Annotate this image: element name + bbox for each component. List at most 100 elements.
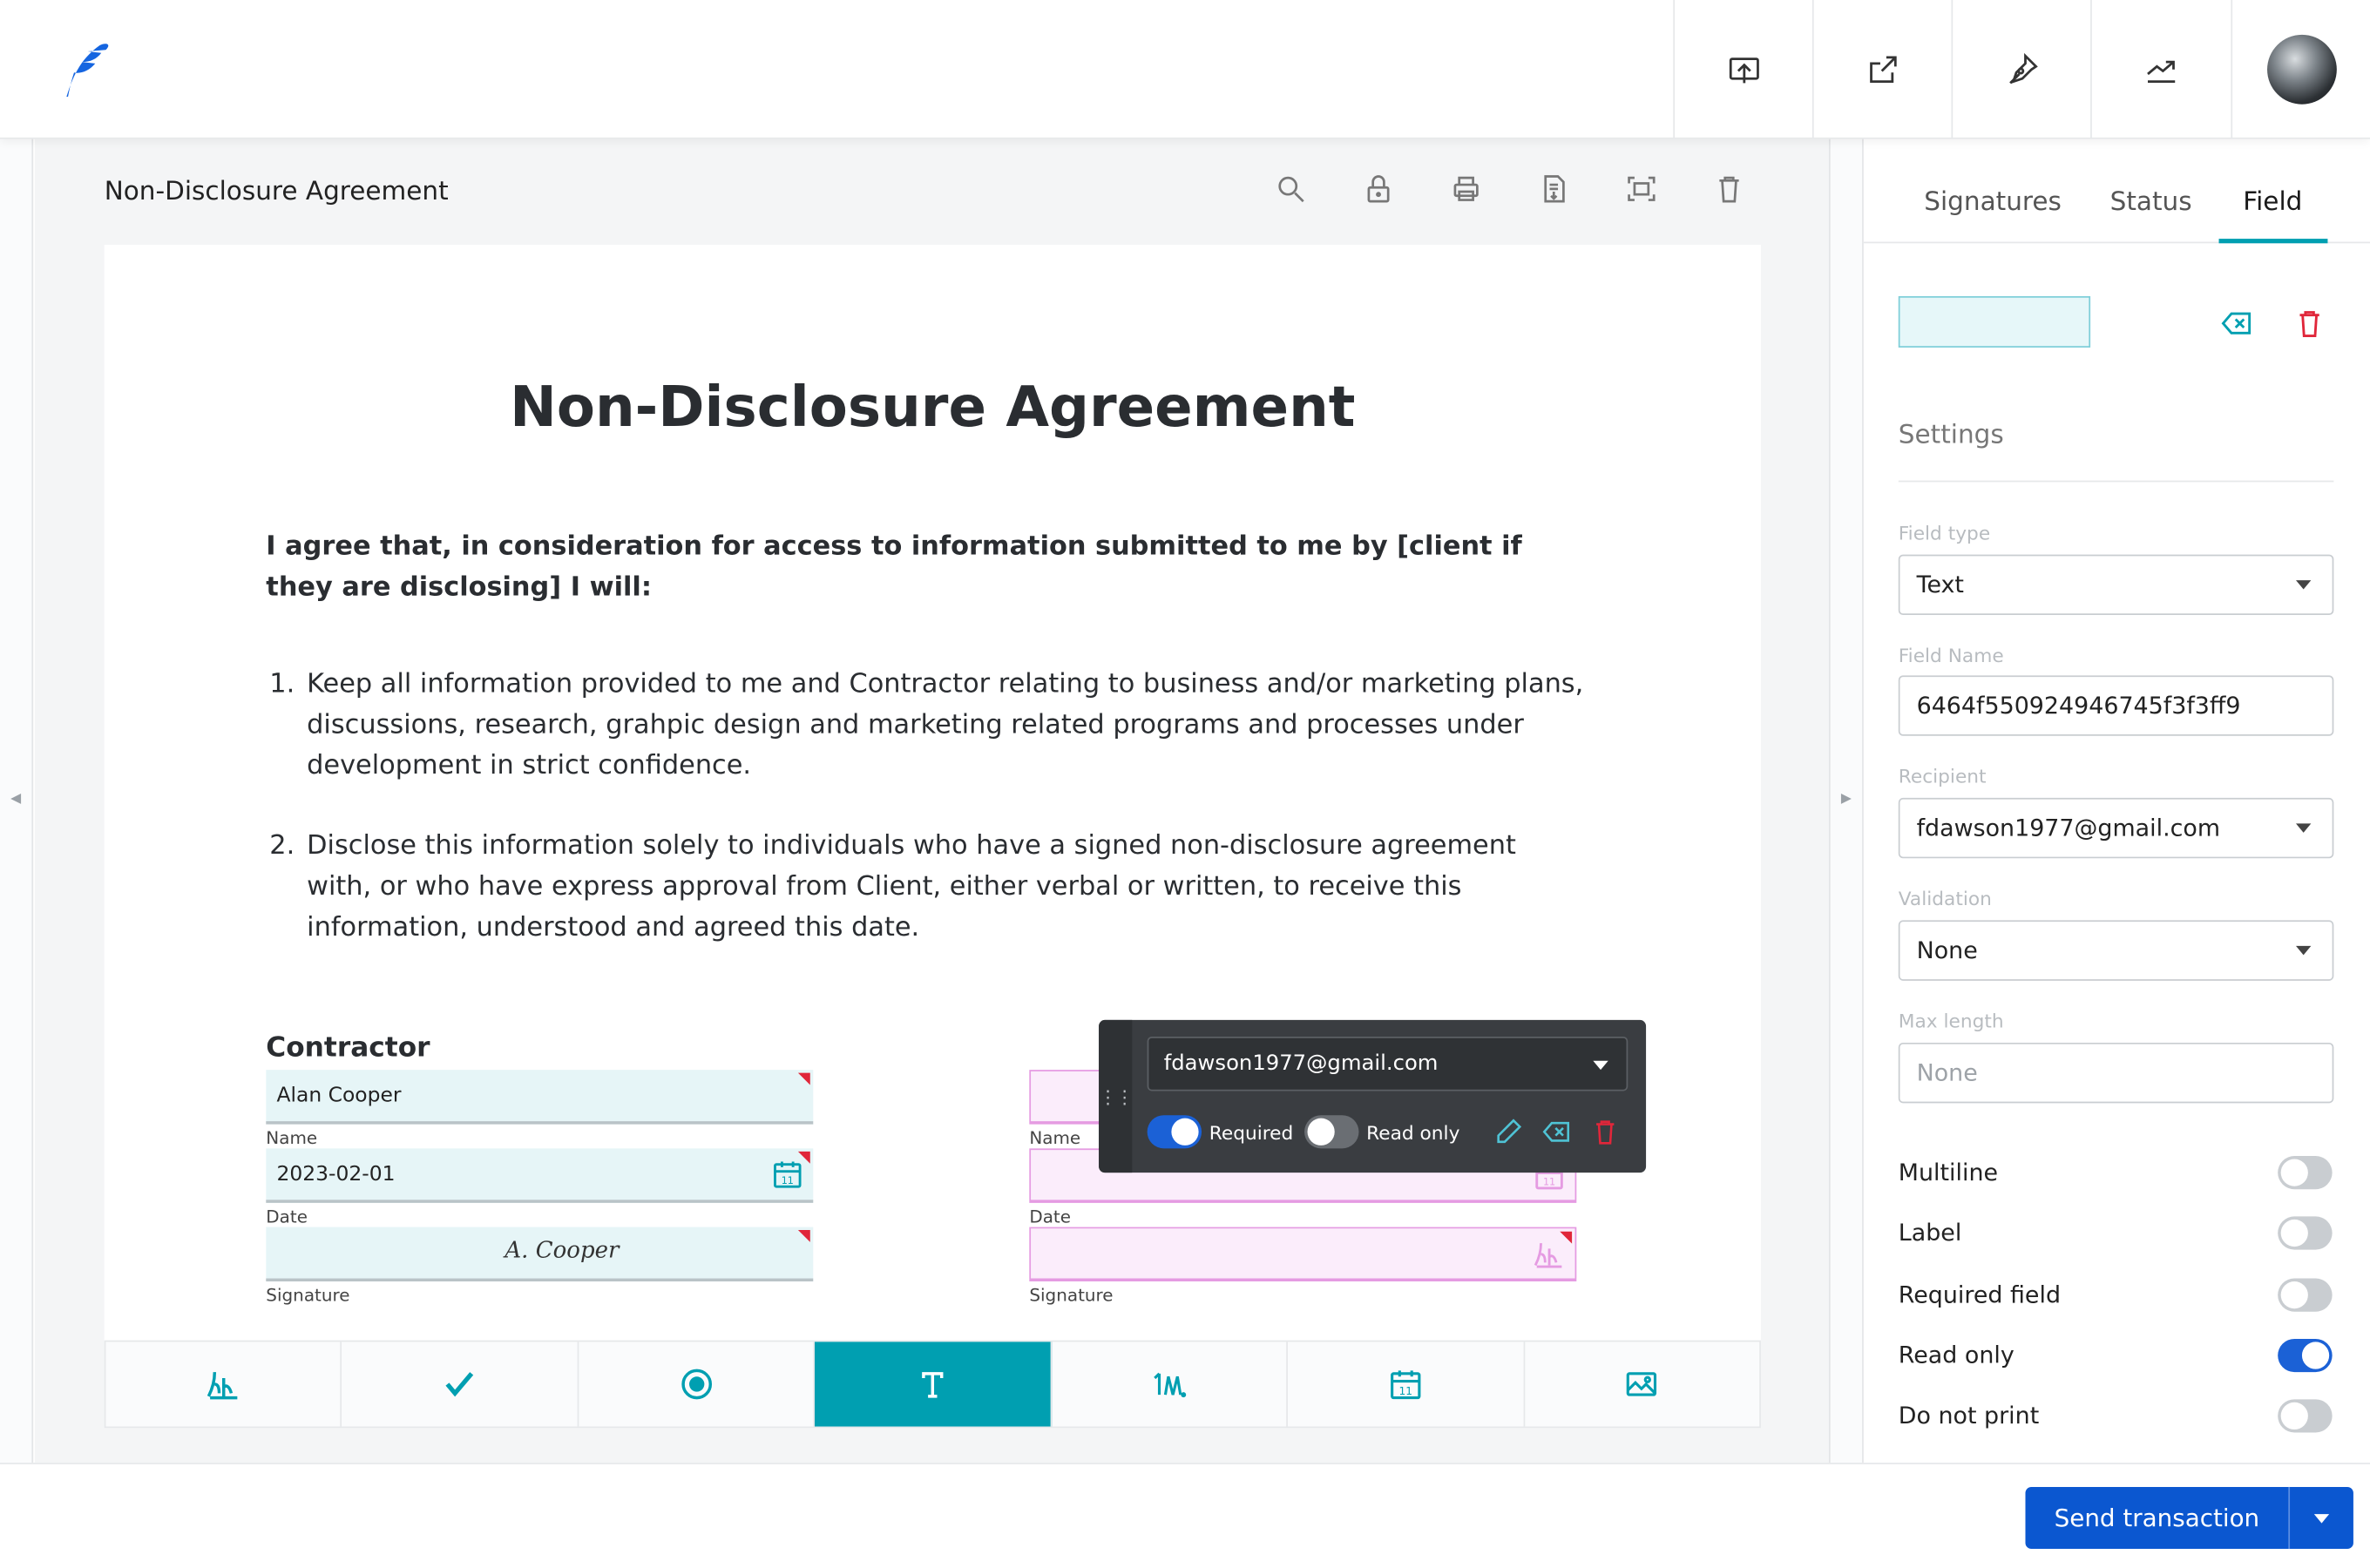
tab-status[interactable]: Status xyxy=(2110,187,2192,218)
date-tool-icon: 11 xyxy=(1390,1370,1421,1400)
pencil-icon[interactable] xyxy=(1493,1117,1524,1147)
initials-tool-icon xyxy=(1154,1372,1187,1398)
pen-nib-icon xyxy=(2008,52,2037,84)
field-name-value: 6464f550924946745f3f3ff9 xyxy=(1916,692,2241,720)
tab-field[interactable]: Field xyxy=(2243,187,2302,218)
profile-button[interactable] xyxy=(2231,0,2370,139)
field-type-select[interactable]: Text xyxy=(1898,554,2334,616)
svg-text:11: 11 xyxy=(1398,1385,1412,1397)
field-label: Signature xyxy=(266,1284,350,1306)
toggle-knob xyxy=(1307,1118,1335,1146)
recipient-select-value: fdawson1977@gmail.com xyxy=(1163,1051,1439,1077)
send-options-button[interactable] xyxy=(2290,1487,2353,1549)
toggle-knob xyxy=(2280,1159,2308,1186)
required-marker xyxy=(1560,1231,1573,1244)
text-tool-button[interactable] xyxy=(815,1342,1052,1427)
option-label: Read only xyxy=(1898,1342,2014,1369)
list-text: Keep all information provided to me and … xyxy=(307,669,1584,781)
intro-paragraph: I agree that, in consideration for acces… xyxy=(266,531,1522,604)
feather-logo-icon[interactable] xyxy=(54,39,114,99)
trash-icon xyxy=(1719,176,1739,203)
collapse-right-icon[interactable]: ▶ xyxy=(1841,792,1852,807)
initials-tool-button[interactable] xyxy=(1052,1342,1289,1427)
toggle-knob xyxy=(2280,1219,2308,1247)
lock-button[interactable] xyxy=(1362,172,1398,209)
label-toggle[interactable] xyxy=(2278,1216,2333,1250)
chevron-down-icon xyxy=(2296,580,2312,590)
readonly-label: Read only xyxy=(1366,1121,1460,1145)
avatar[interactable] xyxy=(2266,34,2336,105)
recipient-value: fdawson1977@gmail.com xyxy=(1916,814,2221,842)
send-transaction-label: Send transaction xyxy=(2025,1486,2291,1550)
collapse-left-icon[interactable]: ◀ xyxy=(10,792,21,807)
multiline-toggle[interactable] xyxy=(2278,1156,2333,1190)
readonly-toggle[interactable] xyxy=(1304,1115,1359,1149)
document-area: Non-Disclosure Agreement Non-Disclosure … xyxy=(34,139,1829,1463)
do-not-print-toggle[interactable] xyxy=(2278,1399,2333,1433)
download-button[interactable] xyxy=(1537,172,1574,209)
required-marker xyxy=(797,1151,810,1164)
settings-heading: Settings xyxy=(1898,420,2004,450)
read-only-toggle[interactable] xyxy=(2278,1338,2333,1373)
trash-icon[interactable] xyxy=(2293,307,2326,340)
share-icon xyxy=(1869,56,1896,84)
recipient-select[interactable]: fdawson1977@gmail.com xyxy=(1147,1037,1629,1092)
field-type-toolbar: 11 xyxy=(104,1340,1761,1429)
field-name-label: Field Name xyxy=(1898,643,2004,667)
svg-text:11: 11 xyxy=(1543,1177,1555,1188)
image-tool-button[interactable] xyxy=(1524,1342,1759,1426)
document-download-icon xyxy=(1544,175,1565,203)
contractor-name-value: Alan Cooper xyxy=(276,1083,402,1108)
clear-field-icon[interactable] xyxy=(2220,307,2253,340)
max-length-input[interactable]: None xyxy=(1898,1042,2334,1104)
max-length-placeholder: None xyxy=(1916,1059,1978,1087)
search-button[interactable] xyxy=(1274,172,1310,209)
upload-button[interactable] xyxy=(1673,0,1812,139)
recipient-label: Recipient xyxy=(1898,764,1987,787)
print-button[interactable] xyxy=(1450,172,1486,209)
page-title: Non-Disclosure Agreement xyxy=(510,375,1356,440)
drag-handle-icon[interactable]: ⋮⋮ xyxy=(1099,1019,1134,1173)
option-label: Multiline xyxy=(1898,1159,1999,1186)
date-tool-button[interactable]: 11 xyxy=(1288,1342,1525,1427)
field-type-label: Field type xyxy=(1898,521,1991,544)
field-label: Signature xyxy=(1029,1284,1114,1306)
field-name-input[interactable]: 6464f550924946745f3f3ff9 xyxy=(1898,675,2334,736)
right-panel-gutter[interactable]: ▶ xyxy=(1828,139,1864,1463)
field-color-swatch[interactable] xyxy=(1898,296,2091,348)
list-number: 2. xyxy=(269,831,295,862)
list-item: 1. Keep all information provided to me a… xyxy=(266,665,1596,787)
radio-tool-button[interactable] xyxy=(579,1342,816,1427)
contractor-name-field[interactable]: Alan Cooper xyxy=(266,1070,814,1125)
divider xyxy=(1898,480,2334,483)
toggle-knob xyxy=(1171,1118,1199,1146)
document-page: Non-Disclosure Agreement I agree that, i… xyxy=(104,245,1761,1342)
checkbox-tool-button[interactable] xyxy=(342,1342,579,1427)
send-transaction-button[interactable]: Send transaction xyxy=(2025,1486,2353,1550)
signature-tool-button[interactable] xyxy=(105,1342,342,1427)
required-field-toggle[interactable] xyxy=(2278,1278,2333,1312)
list-item: 2. Disclose this information solely to i… xyxy=(266,827,1596,950)
contractor-signature-field[interactable]: A. Cooper xyxy=(266,1227,814,1282)
field-label: Date xyxy=(1029,1206,1072,1227)
recipient-select[interactable]: fdawson1977@gmail.com xyxy=(1898,797,2334,859)
clear-field-icon[interactable] xyxy=(1541,1117,1572,1147)
contractor-date-field[interactable]: 2023-02-01 11 xyxy=(266,1148,814,1203)
analytics-button[interactable] xyxy=(2090,0,2230,139)
sidebar-tabs: Signatures Status Field xyxy=(1863,139,2370,244)
left-panel-gutter[interactable]: ◀ xyxy=(0,139,34,1463)
field-popover: ⋮⋮ fdawson1977@gmail.com Required Read o… xyxy=(1099,1019,1647,1173)
validation-label: Validation xyxy=(1898,887,1992,910)
client-signature-field[interactable] xyxy=(1029,1227,1577,1282)
sign-button[interactable] xyxy=(1951,0,2090,139)
fit-screen-button[interactable] xyxy=(1625,172,1662,209)
tab-signatures[interactable]: Signatures xyxy=(1924,187,2062,218)
signature-tool-icon xyxy=(207,1372,237,1400)
required-toggle[interactable] xyxy=(1147,1115,1202,1149)
trash-icon[interactable] xyxy=(1590,1117,1621,1147)
share-button[interactable] xyxy=(1811,0,1952,139)
upload-icon xyxy=(1728,57,1758,84)
field-label: Name xyxy=(266,1127,318,1149)
validation-select[interactable]: None xyxy=(1898,920,2334,981)
delete-document-button[interactable] xyxy=(1712,172,1749,209)
